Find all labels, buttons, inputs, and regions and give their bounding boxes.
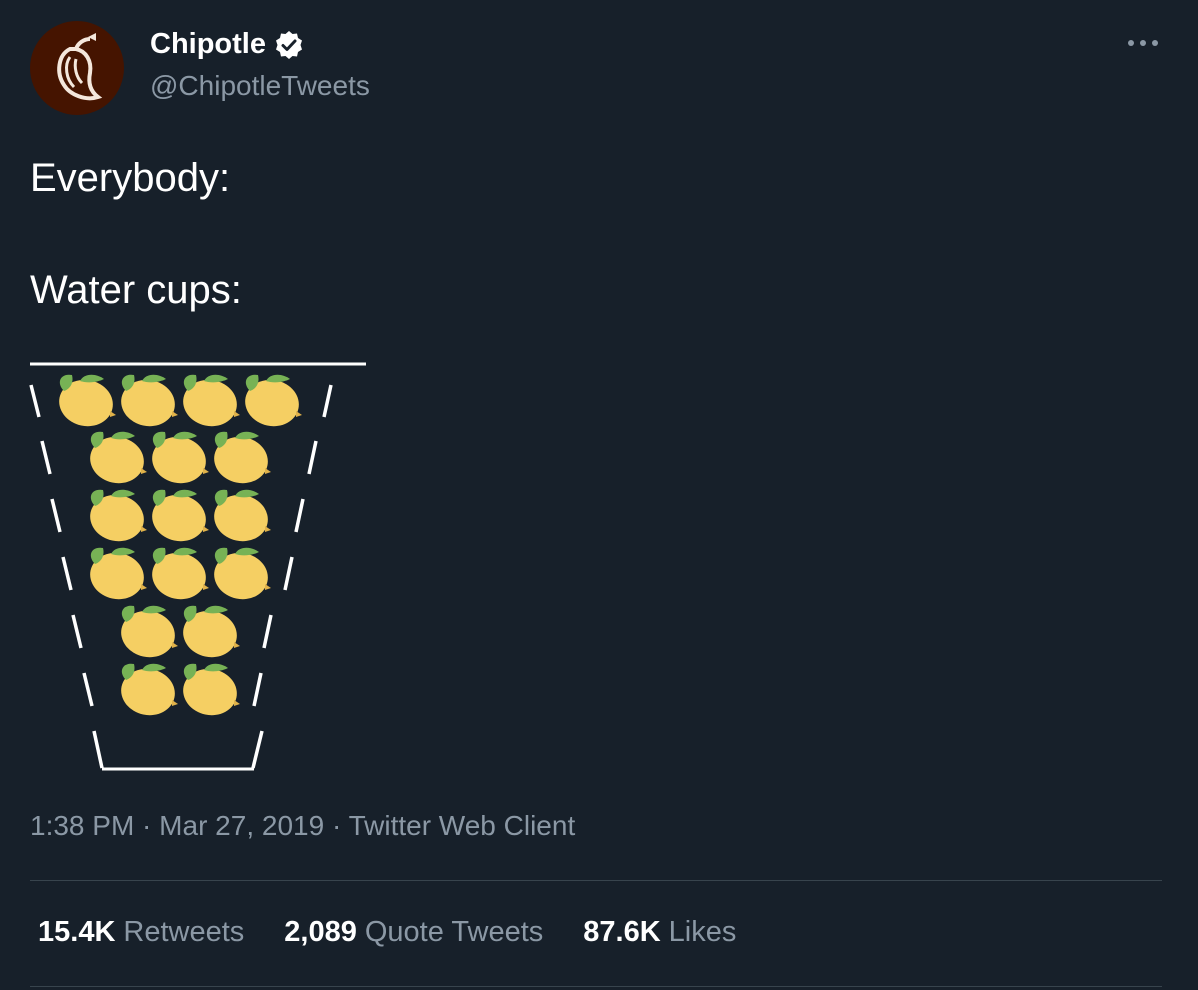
retweets-stat[interactable]: 15.4K Retweets xyxy=(38,916,244,949)
retweets-label: Retweets xyxy=(123,916,245,948)
likes-label: Likes xyxy=(668,916,737,948)
tweet-date[interactable]: Mar 27, 2019 xyxy=(159,810,324,841)
quote-tweets-label: Quote Tweets xyxy=(364,916,544,948)
meta-separator-2: · xyxy=(324,810,349,841)
lemon-icon xyxy=(85,489,149,547)
lemon-icon xyxy=(178,605,242,663)
divider xyxy=(30,880,1162,881)
lemon-icon xyxy=(147,547,211,605)
divider-bottom xyxy=(30,986,1162,987)
lemon-icon xyxy=(209,547,273,605)
tweet-time[interactable]: 1:38 PM xyxy=(30,810,134,841)
quote-tweets-stat[interactable]: 2,089 Quote Tweets xyxy=(284,916,543,949)
tweet-client: Twitter Web Client xyxy=(348,810,576,841)
lemon-icon xyxy=(85,547,149,605)
lemon-icon xyxy=(240,374,304,432)
lemon-icon xyxy=(209,431,273,489)
lemon-icon xyxy=(85,431,149,489)
lemon-icon xyxy=(178,374,242,432)
lemon-icon xyxy=(116,374,180,432)
lemon-icon xyxy=(54,374,118,432)
more-options-icon[interactable] xyxy=(1126,36,1160,50)
likes-stat[interactable]: 87.6K Likes xyxy=(583,916,736,949)
meta-separator: · xyxy=(134,810,160,841)
lemon-icon xyxy=(116,605,180,663)
lemon-icon xyxy=(209,489,273,547)
likes-count: 87.6K xyxy=(583,916,661,948)
lemon-icon xyxy=(147,489,211,547)
tweet-stats: 15.4K Retweets 2,089 Quote Tweets 87.6K Lik… xyxy=(38,916,776,949)
lemon-icon xyxy=(116,663,180,721)
retweets-count: 15.4K xyxy=(38,916,116,948)
quote-tweets-count: 2,089 xyxy=(284,916,357,948)
tweet-meta: 1:38 PM · Mar 27, 2019 · Twitter Web Cli… xyxy=(30,810,575,842)
water-cup-art xyxy=(29,362,366,771)
lemon-icon xyxy=(147,431,211,489)
lemon-icon xyxy=(178,663,242,721)
lemon-emoji-grid xyxy=(54,374,304,721)
